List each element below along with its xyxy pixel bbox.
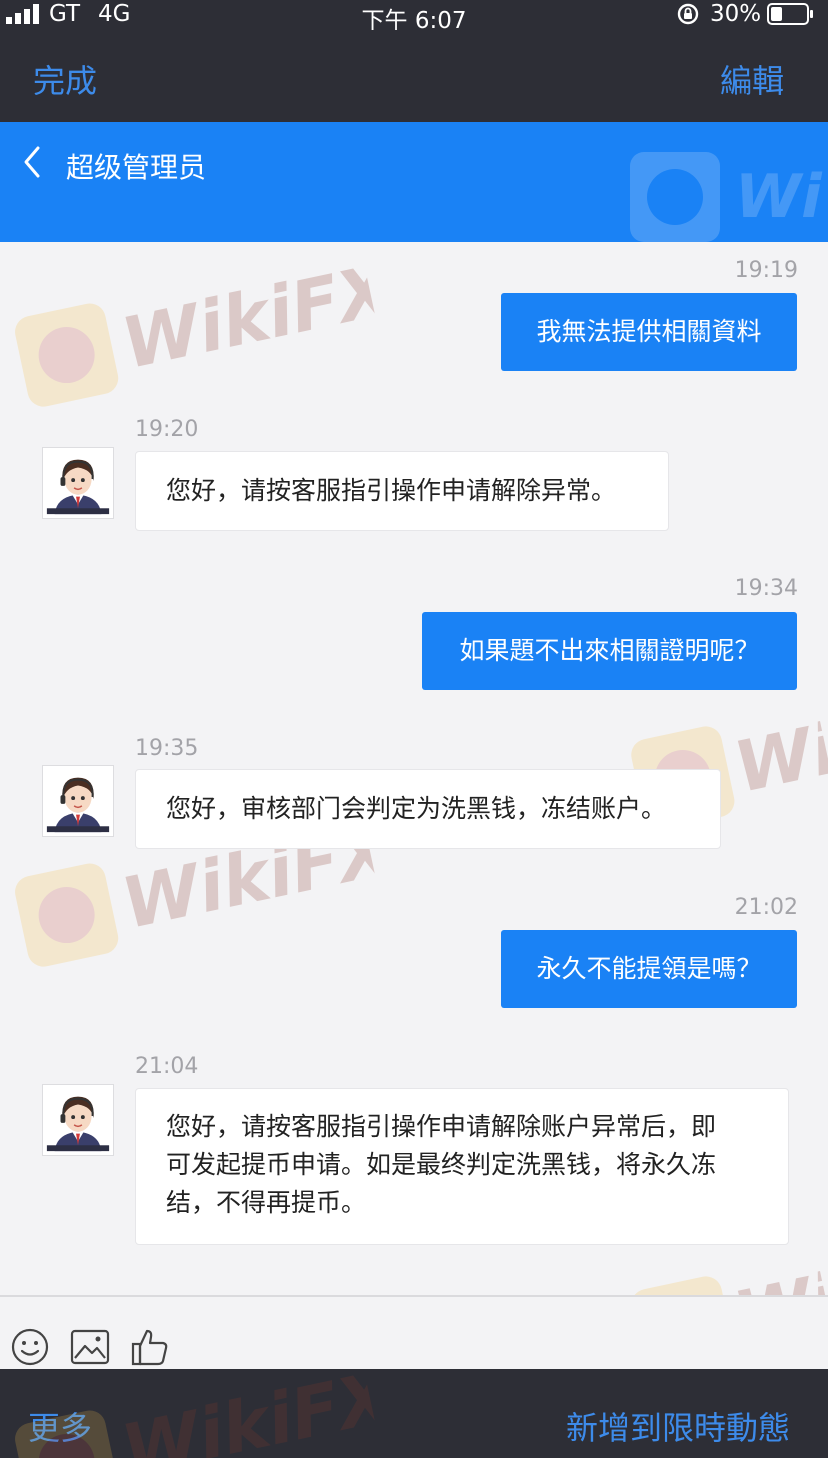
agent-avatar[interactable]: [42, 447, 114, 519]
edit-button[interactable]: 編輯: [720, 56, 784, 102]
agent-avatar[interactable]: [42, 765, 114, 837]
emoji-icon[interactable]: [10, 1327, 50, 1367]
chat-title: 超级管理员: [66, 151, 207, 184]
bottom-toolbar: 更多 新增到限時動態 WikiFX: [0, 1354, 828, 1458]
svg-text:Wi: Wi: [728, 707, 828, 808]
incoming-message-bubble[interactable]: 您好，请按客服指引操作申请解除账户异常后，即 可发起提币申请。如是最终判定洗黑钱…: [135, 1088, 789, 1245]
outgoing-message-bubble[interactable]: 我無法提供相關資料: [501, 293, 797, 371]
message-timestamp: 21:04: [135, 1054, 199, 1079]
outgoing-message-bubble[interactable]: 永久不能提領是嗎？: [501, 930, 797, 1008]
rotation-lock-icon: [677, 3, 699, 25]
message-timestamp: 19:35: [135, 736, 199, 761]
agent-avatar[interactable]: [42, 1084, 114, 1156]
message-line: 结，不得再提币。: [166, 1188, 367, 1217]
status-bar: GT 4G 下午 6:07 30%: [0, 0, 828, 34]
watermark-logo: Wi: [630, 152, 828, 246]
message-timestamp: 19:20: [135, 417, 199, 442]
svg-text:WikiFX: WikiFX: [115, 1354, 381, 1458]
add-to-moments-button[interactable]: 新增到限時動態: [566, 1403, 790, 1449]
watermark-text: WikiFX: [115, 247, 381, 385]
input-toolbar: [0, 1297, 828, 1369]
outgoing-message-bubble[interactable]: 如果題不出來相關證明呢？: [422, 612, 797, 690]
top-toolbar: 完成 編輯: [0, 30, 828, 122]
more-button[interactable]: 更多: [28, 1403, 92, 1449]
message-list[interactable]: WikiFX WikiFX Wi Wi 19:19: [0, 242, 828, 1380]
screen: GT 4G 下午 6:07 30% 完成 編輯 超级管理员 Wi WikiFX …: [0, 0, 828, 1458]
back-chevron-icon[interactable]: [18, 144, 48, 180]
thumbs-up-icon[interactable]: [130, 1327, 170, 1367]
message-line: 可发起提币申请。如是最终判定洗黑钱，将永久冻: [166, 1150, 717, 1179]
message-line: 您好，请按客服指引操作申请解除账户异常后，即: [166, 1112, 717, 1141]
svg-text:Wi: Wi: [735, 162, 823, 232]
incoming-message-bubble[interactable]: 您好，审核部门会判定为洗黑钱，冻结账户。: [135, 769, 721, 849]
watermark-logo: WikiFX: [6, 236, 403, 422]
message-timestamp: 21:02: [734, 895, 798, 920]
battery-percent: 30%: [710, 1, 762, 27]
done-button[interactable]: 完成: [33, 56, 97, 102]
chat-header: 超级管理员 Wi: [0, 122, 828, 242]
image-icon[interactable]: [70, 1329, 110, 1365]
battery-icon: [767, 3, 813, 25]
message-timestamp: 19:34: [734, 576, 798, 601]
incoming-message-bubble[interactable]: 您好，请按客服指引操作申请解除异常。: [135, 451, 669, 531]
message-timestamp: 19:19: [734, 258, 798, 283]
